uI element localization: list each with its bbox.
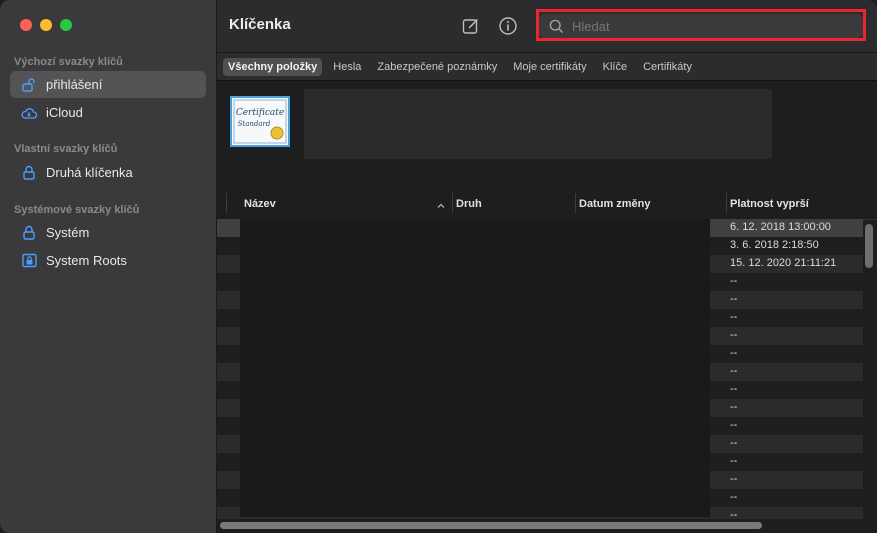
table-header: Název Druh Datum změny Platnost vyprší — [217, 189, 877, 220]
expires-cell: 6. 12. 2018 13:00:00 — [730, 221, 831, 233]
expires-cell: -- — [730, 437, 738, 449]
expires-cell: -- — [730, 311, 738, 323]
sidebar-item-login[interactable]: přihlášení — [10, 71, 206, 98]
close-window-button[interactable] — [20, 19, 32, 31]
horizontal-scrollbar[interactable] — [220, 522, 762, 529]
svg-text:Standard: Standard — [238, 120, 271, 128]
lock-open-icon — [21, 77, 37, 93]
column-header-expires[interactable]: Platnost vyprší — [730, 198, 809, 210]
sidebar: Výchozí svazky klíčů přihlášení iCloud V… — [0, 0, 217, 533]
section-system-keychains: Systémové svazky klíčů — [14, 204, 140, 216]
sidebar-item-icloud[interactable]: iCloud — [10, 99, 206, 126]
vertical-scrollbar[interactable] — [865, 224, 873, 268]
sidebar-item-label: System Roots — [46, 253, 127, 268]
window-title: Klíčenka — [229, 16, 291, 33]
toolbar: Klíčenka — [217, 0, 877, 53]
sidebar-item-label: Druhá klíčenka — [46, 165, 133, 180]
expires-cell: -- — [730, 347, 738, 359]
expires-cell: 15. 12. 2020 21:11:21 — [730, 257, 837, 269]
compose-icon[interactable] — [461, 16, 481, 36]
preview-details-redacted — [304, 89, 772, 159]
certificate-icon: Certificate Standard — [230, 96, 290, 147]
expires-cell: -- — [730, 329, 738, 341]
cloud-icon — [21, 105, 37, 121]
zoom-window-button[interactable] — [60, 19, 72, 31]
expires-cell: -- — [730, 491, 738, 503]
item-preview: Certificate Standard — [217, 81, 877, 189]
keychain-window: Výchozí svazky klíčů přihlášení iCloud V… — [0, 0, 877, 533]
expires-cell: -- — [730, 455, 738, 467]
sidebar-item-label: přihlášení — [46, 77, 103, 92]
expires-cell: -- — [730, 473, 738, 485]
lock-icon — [21, 225, 37, 241]
sidebar-item-label: Systém — [46, 225, 90, 240]
column-header-name[interactable]: Název — [244, 198, 276, 210]
filter-secure-notes[interactable]: Zabezpečené poznámky — [372, 58, 502, 76]
column-header-kind[interactable]: Druh — [456, 198, 482, 210]
expires-cell: -- — [730, 383, 738, 395]
sidebar-item-system-roots[interactable]: System Roots — [10, 247, 206, 274]
main-content: Klíčenka Všechny položky Hesla Zabezpeče… — [217, 0, 877, 533]
expires-cell: -- — [730, 293, 738, 305]
info-icon[interactable] — [498, 16, 518, 36]
lock-icon — [21, 165, 37, 181]
filter-keys[interactable]: Klíče — [598, 58, 632, 76]
expires-cell: -- — [730, 419, 738, 431]
expires-cell: -- — [730, 401, 738, 413]
filter-passwords[interactable]: Hesla — [328, 58, 366, 76]
minimize-window-button[interactable] — [40, 19, 52, 31]
category-filter-bar: Všechny položky Hesla Zabezpečené poznám… — [217, 53, 877, 81]
expires-cell: -- — [730, 365, 738, 377]
svg-text:Certificate: Certificate — [236, 108, 284, 118]
search-highlight-box — [536, 9, 866, 41]
filter-my-certificates[interactable]: Moje certifikáty — [508, 58, 591, 76]
section-default-keychains: Výchozí svazky klíčů — [14, 56, 123, 68]
expires-cell: 3. 6. 2018 2:18:50 — [730, 239, 819, 251]
redacted-columns-block — [240, 219, 710, 517]
sort-ascending-icon — [436, 198, 446, 216]
filter-certificates[interactable]: Certifikáty — [638, 58, 697, 76]
sidebar-item-second-keychain[interactable]: Druhá klíčenka — [10, 159, 206, 186]
expires-cell: -- — [730, 275, 738, 287]
filter-all-items[interactable]: Všechny položky — [223, 57, 323, 76]
sidebar-item-label: iCloud — [46, 105, 83, 120]
sidebar-item-system[interactable]: Systém — [10, 219, 206, 246]
cabinet-lock-icon — [21, 253, 37, 269]
section-custom-keychains: Vlastní svazky klíčů — [14, 143, 118, 155]
column-header-modified[interactable]: Datum změny — [579, 198, 651, 210]
